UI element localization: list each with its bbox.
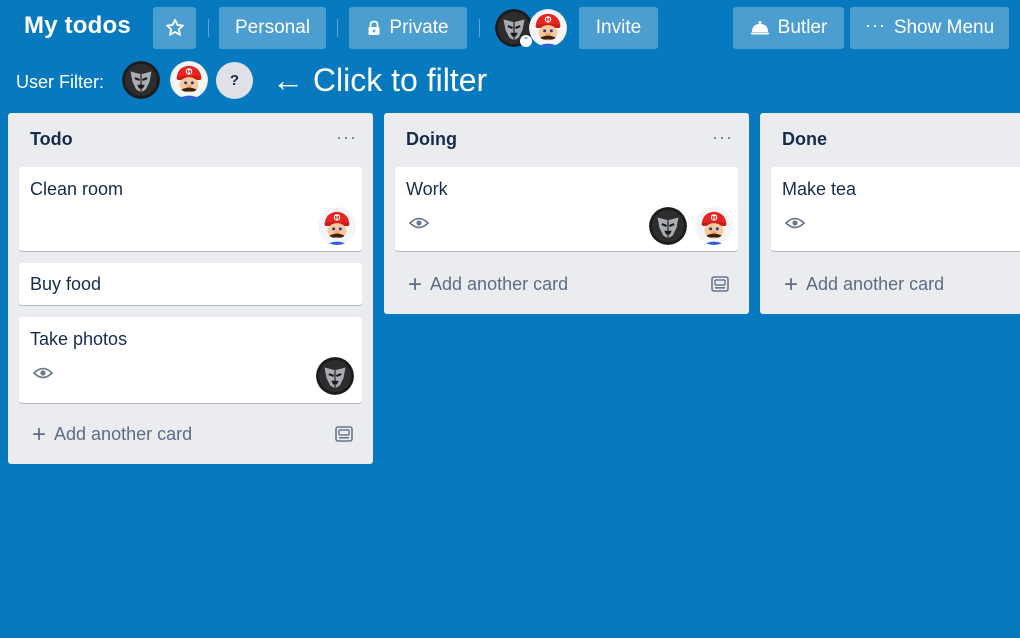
add-card-label: Add another card <box>54 424 193 444</box>
list-todo: Todo ··· Clean room Buy food Take photos… <box>8 113 373 464</box>
visibility-button[interactable]: Private <box>349 7 467 49</box>
lock-icon <box>368 20 380 35</box>
watch-eye-icon <box>785 216 805 230</box>
board-members: ⌃ <box>495 9 569 47</box>
star-icon <box>165 18 184 36</box>
card-title: Buy food <box>30 274 102 294</box>
add-card-button[interactable]: + Add another card <box>32 420 193 448</box>
card[interactable]: Work <box>395 167 738 251</box>
visibility-label: Private <box>389 17 449 38</box>
mario-avatar[interactable] <box>529 9 567 47</box>
card-title: Clean room <box>30 179 124 199</box>
invite-label: Invite <box>595 17 642 38</box>
more-icon: ··· <box>864 14 886 35</box>
card-title: Make tea <box>782 179 857 199</box>
board-title[interactable]: My todos <box>24 12 131 40</box>
watch-eye-icon <box>409 216 429 230</box>
add-card-label: Add another card <box>806 274 945 294</box>
watch-eye-icon <box>33 366 53 380</box>
filter-help-button[interactable]: ? <box>216 62 253 99</box>
card[interactable]: Buy food <box>19 263 362 305</box>
header-divider <box>208 19 209 37</box>
add-card-label: Add another card <box>430 274 569 294</box>
star-board-button[interactable] <box>153 7 196 49</box>
decepticon-avatar[interactable] <box>649 207 687 245</box>
plus-icon: + <box>32 420 47 448</box>
card[interactable]: Take photos <box>19 317 362 403</box>
card-title: Take photos <box>30 329 128 349</box>
team-button[interactable]: Personal <box>219 7 326 49</box>
list-doing: Doing ··· Work + Add another card <box>384 113 749 314</box>
mario-avatar[interactable] <box>695 207 733 245</box>
filter-hint-text: ← Click to filter <box>272 62 488 98</box>
card-title: Work <box>406 179 448 199</box>
card[interactable]: Make tea <box>771 167 1020 251</box>
list-title[interactable]: Todo <box>30 129 73 150</box>
add-card-button[interactable]: + Add another card <box>408 270 569 298</box>
list-title[interactable]: Doing <box>406 129 457 150</box>
plus-icon: + <box>784 270 799 298</box>
board-header: My todos Personal Private ⌃ Invite Butle… <box>0 0 1020 56</box>
card-template-icon[interactable] <box>335 426 353 442</box>
header-divider <box>479 19 480 37</box>
show-menu-button[interactable]: ··· Show Menu <box>850 7 1009 49</box>
butler-label: Butler <box>777 17 828 38</box>
decepticon-avatar[interactable] <box>316 357 354 395</box>
invite-button[interactable]: Invite <box>579 7 658 49</box>
team-label: Personal <box>235 17 310 38</box>
card-template-icon[interactable] <box>711 276 729 292</box>
list-title[interactable]: Done <box>782 129 827 150</box>
list-done: Done Make tea + Add another card <box>760 113 1020 314</box>
butler-icon <box>750 21 769 35</box>
list-menu-icon[interactable]: ··· <box>336 127 357 148</box>
filter-mario-avatar[interactable] <box>170 61 208 99</box>
add-card-button[interactable]: + Add another card <box>784 270 945 298</box>
butler-button[interactable]: Butler <box>733 7 844 49</box>
card[interactable]: Clean room <box>19 167 362 251</box>
filter-decepticon-avatar[interactable] <box>122 61 160 99</box>
mario-avatar[interactable] <box>318 207 356 245</box>
list-menu-icon[interactable]: ··· <box>712 127 733 148</box>
header-divider <box>337 19 338 37</box>
plus-icon: + <box>408 270 423 298</box>
user-filter-label: User Filter: <box>16 72 105 92</box>
show-menu-label: Show Menu <box>893 17 995 38</box>
